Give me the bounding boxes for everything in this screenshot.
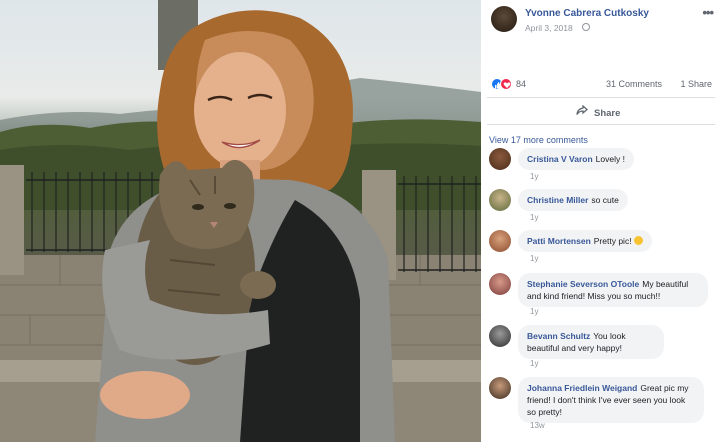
reaction-count[interactable]: 84 xyxy=(516,79,526,89)
comment-author[interactable]: Christine Miller xyxy=(527,195,588,205)
comment-bubble: Christine Miller so cute xyxy=(518,189,628,211)
commenter-avatar[interactable] xyxy=(489,273,511,295)
comment-author[interactable]: Cristina V Varon xyxy=(527,154,593,164)
comment-bubble: Patti Mortensen Pretty pic! xyxy=(518,230,652,252)
view-more-comments[interactable]: View 17 more comments xyxy=(489,135,588,145)
reaction-stats: 84 31 Comments 1 Share xyxy=(491,78,715,92)
comment-text: so cute xyxy=(591,195,619,205)
share-icon xyxy=(576,104,590,119)
commenter-avatar[interactable] xyxy=(489,189,511,211)
author-name[interactable]: Yvonne Cabrera Cutkosky xyxy=(525,8,649,19)
comment-author[interactable]: Patti Mortensen xyxy=(527,236,591,246)
ellipsis-icon[interactable]: ••• xyxy=(702,5,714,20)
commenter-avatar[interactable] xyxy=(489,377,511,399)
love-icon[interactable] xyxy=(500,78,512,90)
comment-text: Pretty pic! xyxy=(593,236,632,246)
comment-text: Lovely ! xyxy=(595,154,625,164)
comment-bubble: Cristina V Varon Lovely ! xyxy=(518,148,634,170)
author-avatar[interactable] xyxy=(491,6,517,32)
commenter-avatar[interactable] xyxy=(489,325,511,347)
post-photo[interactable] xyxy=(0,0,481,442)
comment-bubble: Stephanie Severson OToole My beautiful an… xyxy=(518,273,708,307)
globe-icon xyxy=(582,23,590,31)
smile-emoji-icon xyxy=(633,236,643,245)
comment-time[interactable]: 1y xyxy=(530,307,538,316)
post-header: Yvonne Cabrera Cutkosky April 3, 2018 ••… xyxy=(489,5,715,37)
comment-bubble: Johanna Friedlein Weigand Great pic my fr… xyxy=(518,377,704,423)
comment-author[interactable]: Stephanie Severson OToole xyxy=(527,279,639,289)
action-bar: Share xyxy=(487,97,715,125)
commenter-avatar[interactable] xyxy=(489,148,511,170)
comments-count[interactable]: 31 Comments xyxy=(606,79,662,89)
comment-time[interactable]: 1y xyxy=(530,254,538,263)
comment-time[interactable]: 1y xyxy=(530,172,538,181)
post-sidebar: Yvonne Cabrera Cutkosky April 3, 2018 ••… xyxy=(481,0,720,442)
comment-time[interactable]: 13w xyxy=(530,421,545,430)
share-button[interactable]: Share xyxy=(576,104,621,119)
shares-count[interactable]: 1 Share xyxy=(680,79,712,89)
comment-author[interactable]: Johanna Friedlein Weigand xyxy=(527,383,637,393)
comment-bubble: Bevann Schultz You look beautiful and ver… xyxy=(518,325,664,359)
share-label: Share xyxy=(594,108,621,119)
post-date[interactable]: April 3, 2018 xyxy=(525,23,573,33)
photo-illustration xyxy=(0,0,481,442)
comment-time[interactable]: 1y xyxy=(530,359,538,368)
commenter-avatar[interactable] xyxy=(489,230,511,252)
comment-author[interactable]: Bevann Schultz xyxy=(527,331,590,341)
comment-time[interactable]: 1y xyxy=(530,213,538,222)
